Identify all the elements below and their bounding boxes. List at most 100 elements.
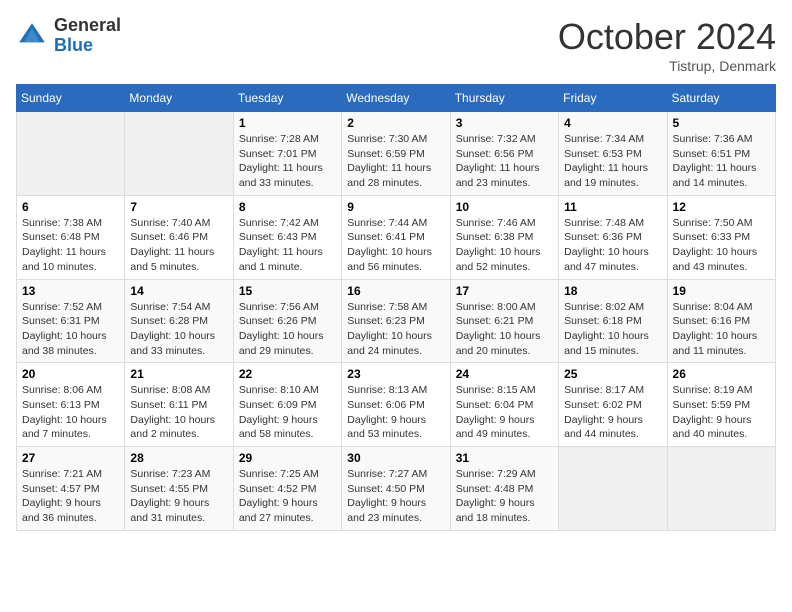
day-number: 24	[456, 367, 553, 381]
weekday-header: Friday	[559, 85, 667, 112]
calendar-cell: 15 Sunrise: 7:56 AMSunset: 6:26 PMDayligh…	[233, 279, 341, 363]
calendar-cell: 26 Sunrise: 8:19 AMSunset: 5:59 PMDayligh…	[667, 363, 775, 447]
calendar-cell: 25 Sunrise: 8:17 AMSunset: 6:02 PMDayligh…	[559, 363, 667, 447]
day-number: 23	[347, 367, 444, 381]
calendar-cell	[125, 112, 233, 196]
calendar-cell: 4Sunrise: 7:34 AMSunset: 6:53 PMDaylight…	[559, 112, 667, 196]
day-number: 18	[564, 284, 661, 298]
calendar-cell: 7 Sunrise: 7:40 AMSunset: 6:46 PMDaylight…	[125, 195, 233, 279]
day-info: Sunrise: 7:46 AMSunset: 6:38 PMDaylight:…	[456, 216, 553, 275]
day-number: 28	[130, 451, 227, 465]
calendar-cell: 13 Sunrise: 7:52 AMSunset: 6:31 PMDayligh…	[17, 279, 125, 363]
day-number: 7	[130, 200, 227, 214]
day-number: 20	[22, 367, 119, 381]
day-number: 5	[673, 116, 770, 130]
logo: General Blue	[16, 16, 121, 56]
day-number: 22	[239, 367, 336, 381]
day-info: Sunrise: 7:40 AMSunset: 6:46 PMDaylight:…	[130, 216, 227, 275]
day-number: 6	[22, 200, 119, 214]
day-info: Sunrise: 7:27 AMSunset: 4:50 PMDaylight:…	[347, 467, 444, 526]
calendar-cell	[667, 447, 775, 531]
calendar-cell: 23Sunrise: 8:13 AMSunset: 6:06 PMDayligh…	[342, 363, 450, 447]
logo-icon	[16, 20, 48, 52]
title-block: October 2024 Tistrup, Denmark	[558, 16, 776, 74]
month-title: October 2024	[558, 16, 776, 58]
calendar-cell	[17, 112, 125, 196]
day-info: Sunrise: 7:30 AMSunset: 6:59 PMDaylight:…	[347, 132, 444, 191]
calendar-cell: 27 Sunrise: 7:21 AMSunset: 4:57 PMDayligh…	[17, 447, 125, 531]
calendar-cell: 18 Sunrise: 8:02 AMSunset: 6:18 PMDayligh…	[559, 279, 667, 363]
day-info: Sunrise: 8:17 AMSunset: 6:02 PMDaylight:…	[564, 383, 661, 442]
day-number: 1	[239, 116, 336, 130]
day-number: 4	[564, 116, 661, 130]
calendar-week-row: 20 Sunrise: 8:06 AMSunset: 6:13 PMDayligh…	[17, 363, 776, 447]
calendar-cell: 14Sunrise: 7:54 AMSunset: 6:28 PMDayligh…	[125, 279, 233, 363]
calendar-body: 1Sunrise: 7:28 AMSunset: 7:01 PMDaylight…	[17, 112, 776, 531]
day-number: 14	[130, 284, 227, 298]
day-info: Sunrise: 8:00 AMSunset: 6:21 PMDaylight:…	[456, 300, 553, 359]
calendar-week-row: 1Sunrise: 7:28 AMSunset: 7:01 PMDaylight…	[17, 112, 776, 196]
day-info: Sunrise: 7:52 AMSunset: 6:31 PMDaylight:…	[22, 300, 119, 359]
calendar-cell: 6 Sunrise: 7:38 AMSunset: 6:48 PMDaylight…	[17, 195, 125, 279]
day-info: Sunrise: 8:15 AMSunset: 6:04 PMDaylight:…	[456, 383, 553, 442]
day-info: Sunrise: 7:58 AMSunset: 6:23 PMDaylight:…	[347, 300, 444, 359]
calendar-cell: 16 Sunrise: 7:58 AMSunset: 6:23 PMDayligh…	[342, 279, 450, 363]
day-info: Sunrise: 8:02 AMSunset: 6:18 PMDaylight:…	[564, 300, 661, 359]
logo-text: General Blue	[54, 16, 121, 56]
day-number: 16	[347, 284, 444, 298]
day-number: 12	[673, 200, 770, 214]
day-number: 17	[456, 284, 553, 298]
weekday-row: SundayMondayTuesdayWednesdayThursdayFrid…	[17, 85, 776, 112]
weekday-header: Monday	[125, 85, 233, 112]
weekday-header: Wednesday	[342, 85, 450, 112]
calendar-cell	[559, 447, 667, 531]
day-number: 15	[239, 284, 336, 298]
calendar-cell: 5 Sunrise: 7:36 AMSunset: 6:51 PMDaylight…	[667, 112, 775, 196]
day-number: 31	[456, 451, 553, 465]
day-info: Sunrise: 7:21 AMSunset: 4:57 PMDaylight:…	[22, 467, 119, 526]
day-info: Sunrise: 7:23 AMSunset: 4:55 PMDaylight:…	[130, 467, 227, 526]
calendar-week-row: 27 Sunrise: 7:21 AMSunset: 4:57 PMDayligh…	[17, 447, 776, 531]
calendar-cell: 10Sunrise: 7:46 AMSunset: 6:38 PMDayligh…	[450, 195, 558, 279]
day-number: 19	[673, 284, 770, 298]
day-number: 2	[347, 116, 444, 130]
calendar-cell: 30 Sunrise: 7:27 AMSunset: 4:50 PMDayligh…	[342, 447, 450, 531]
calendar-table: SundayMondayTuesdayWednesdayThursdayFrid…	[16, 84, 776, 531]
day-info: Sunrise: 8:04 AMSunset: 6:16 PMDaylight:…	[673, 300, 770, 359]
calendar-cell: 29Sunrise: 7:25 AMSunset: 4:52 PMDayligh…	[233, 447, 341, 531]
day-number: 21	[130, 367, 227, 381]
logo-blue-text: Blue	[54, 36, 121, 56]
day-info: Sunrise: 8:19 AMSunset: 5:59 PMDaylight:…	[673, 383, 770, 442]
calendar-cell: 21 Sunrise: 8:08 AMSunset: 6:11 PMDayligh…	[125, 363, 233, 447]
logo-general-text: General	[54, 16, 121, 36]
day-number: 30	[347, 451, 444, 465]
calendar-cell: 12Sunrise: 7:50 AMSunset: 6:33 PMDayligh…	[667, 195, 775, 279]
day-info: Sunrise: 7:44 AMSunset: 6:41 PMDaylight:…	[347, 216, 444, 275]
calendar-cell: 19 Sunrise: 8:04 AMSunset: 6:16 PMDayligh…	[667, 279, 775, 363]
day-info: Sunrise: 7:38 AMSunset: 6:48 PMDaylight:…	[22, 216, 119, 275]
day-info: Sunrise: 8:06 AMSunset: 6:13 PMDaylight:…	[22, 383, 119, 442]
location: Tistrup, Denmark	[558, 58, 776, 74]
calendar-week-row: 13 Sunrise: 7:52 AMSunset: 6:31 PMDayligh…	[17, 279, 776, 363]
day-number: 26	[673, 367, 770, 381]
calendar-cell: 28 Sunrise: 7:23 AMSunset: 4:55 PMDayligh…	[125, 447, 233, 531]
calendar-cell: 20 Sunrise: 8:06 AMSunset: 6:13 PMDayligh…	[17, 363, 125, 447]
day-info: Sunrise: 7:36 AMSunset: 6:51 PMDaylight:…	[673, 132, 770, 191]
day-number: 27	[22, 451, 119, 465]
day-info: Sunrise: 7:48 AMSunset: 6:36 PMDaylight:…	[564, 216, 661, 275]
day-number: 3	[456, 116, 553, 130]
day-number: 13	[22, 284, 119, 298]
weekday-header: Saturday	[667, 85, 775, 112]
day-info: Sunrise: 7:32 AMSunset: 6:56 PMDaylight:…	[456, 132, 553, 191]
day-info: Sunrise: 8:08 AMSunset: 6:11 PMDaylight:…	[130, 383, 227, 442]
calendar-cell: 31 Sunrise: 7:29 AMSunset: 4:48 PMDayligh…	[450, 447, 558, 531]
day-number: 25	[564, 367, 661, 381]
calendar-cell: 2 Sunrise: 7:30 AMSunset: 6:59 PMDaylight…	[342, 112, 450, 196]
calendar-cell: 1Sunrise: 7:28 AMSunset: 7:01 PMDaylight…	[233, 112, 341, 196]
weekday-header: Thursday	[450, 85, 558, 112]
day-number: 29	[239, 451, 336, 465]
day-info: Sunrise: 7:42 AMSunset: 6:43 PMDaylight:…	[239, 216, 336, 275]
day-number: 11	[564, 200, 661, 214]
day-info: Sunrise: 7:29 AMSunset: 4:48 PMDaylight:…	[456, 467, 553, 526]
day-info: Sunrise: 7:56 AMSunset: 6:26 PMDaylight:…	[239, 300, 336, 359]
